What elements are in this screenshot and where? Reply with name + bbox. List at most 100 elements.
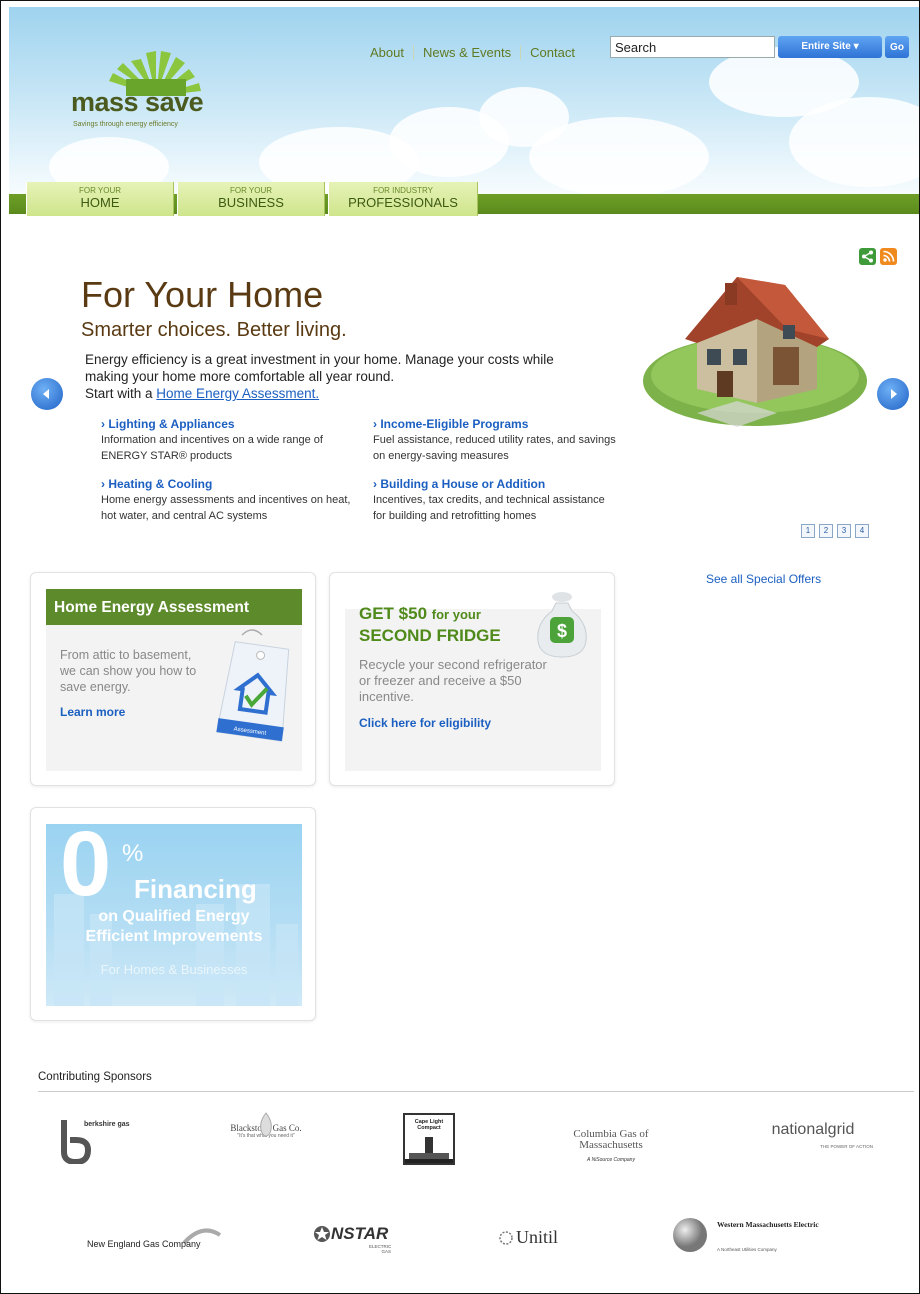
money-bag-symbol: $: [557, 621, 567, 641]
fridge-eligibility-link[interactable]: Click here for eligibility: [359, 716, 491, 730]
money-bag-icon: $: [537, 592, 587, 658]
home-energy-assessment-card[interactable]: Home Energy Assessment From attic to bas…: [30, 572, 316, 786]
hero-desc-start: Start with a: [85, 386, 153, 401]
sponsors-title: Contributing Sponsors: [38, 1071, 152, 1083]
financing-card[interactable]: 0 % Financing on Qualified Energy Effici…: [30, 807, 316, 1021]
new-england-gas-name: New England Gas Company: [87, 1239, 201, 1249]
page-2-button[interactable]: 2: [819, 524, 833, 538]
sponsor-national-grid[interactable]: nationalgrid THE POWER OF ACTION: [753, 1121, 873, 1161]
sponsor-cape-light-compact[interactable]: Cape Light Compact: [403, 1113, 455, 1165]
feature-building-link[interactable]: › Building a House or Addition: [373, 476, 608, 492]
assessment-tag-icon: Assessment: [215, 629, 290, 742]
tab-home-label: HOME: [80, 195, 120, 210]
hero-description: Energy efficiency is a great investment …: [85, 351, 555, 402]
sponsor-blackstone-gas[interactable]: Blackstone Gas Co. "It's that what you n…: [211, 1112, 321, 1169]
hea-card-body: Home Energy Assessment From attic to bas…: [46, 589, 302, 771]
tab-home[interactable]: FOR YOUR HOME: [26, 182, 174, 216]
fridge-title-1: GET $50: [359, 604, 428, 623]
chevron-left-icon: [43, 389, 49, 399]
fridge-title-2: SECOND FRIDGE: [359, 626, 501, 645]
see-all-special-offers-link[interactable]: See all Special Offers: [706, 572, 821, 586]
berkshire-gas-logo: berkshire gas: [61, 1120, 130, 1166]
flame-icon: [260, 1112, 272, 1137]
sponsor-new-england-gas[interactable]: New England Gas Company: [87, 1227, 227, 1257]
fridge-card-text: Recycle your second refrigerator or free…: [359, 657, 547, 704]
search-scope-dropdown[interactable]: Entire Site ▾: [778, 36, 882, 58]
feature-income-text: Fuel assistance, reduced utility rates, …: [373, 434, 616, 462]
financing-title: Financing: [134, 874, 257, 904]
cape-light-name: Cape Light Compact: [414, 1119, 444, 1131]
tab-professionals-label: PROFESSIONALS: [348, 195, 458, 210]
mass-save-logo[interactable]: mass save Savings through energy efficie…: [71, 51, 241, 151]
sponsor-nstar[interactable]: NSTAR ELECTRIC GAS: [313, 1223, 403, 1263]
feature-heating-text: Home energy assessments and incentives o…: [101, 494, 351, 522]
nav-about[interactable]: About: [361, 45, 414, 60]
chevron-right-icon: [891, 389, 897, 399]
hea-card-title: Home Energy Assessment: [46, 589, 302, 625]
page-1-button[interactable]: 1: [801, 524, 815, 538]
hero-title: For Your Home: [81, 274, 324, 315]
hero-subtitle: Smarter choices. Better living.: [81, 319, 347, 341]
tab-business[interactable]: FOR YOUR BUSINESS: [177, 182, 325, 216]
tab-professionals[interactable]: FOR INDUSTRY PROFESSIONALS: [328, 182, 478, 216]
house-illustration: [643, 277, 867, 427]
sponsor-columbia-gas[interactable]: Columbia Gas of Massachusetts A NiSource…: [541, 1121, 681, 1171]
nstar-star-icon: [314, 1226, 330, 1242]
logo-tagline: Savings through energy efficiency: [73, 121, 178, 128]
sponsor-western-mass-electric[interactable]: Western Massachusetts Electric A Northea…: [671, 1214, 851, 1270]
unitil-name: Unitil: [516, 1227, 559, 1247]
feature-building-text: Incentives, tax credits, and technical a…: [373, 494, 605, 522]
wme-globe-icon: [673, 1218, 707, 1252]
berkshire-gas-name: berkshire gas: [84, 1121, 130, 1128]
nav-news-events[interactable]: News & Events: [414, 45, 522, 60]
wme-tagline: A Northeast Utilities Company: [717, 1247, 777, 1252]
feature-building: › Building a House or Addition Incentive…: [373, 476, 608, 524]
page-3-button[interactable]: 3: [837, 524, 851, 538]
financing-line3: Efficient Improvements: [85, 928, 263, 945]
national-grid-tagline: THE POWER OF ACTION: [820, 1144, 873, 1149]
feature-income-link[interactable]: › Income-Eligible Programs: [373, 416, 623, 432]
carousel-next-button[interactable]: [877, 378, 909, 410]
columbia-gas-name: Columbia Gas of Massachusetts: [573, 1128, 649, 1151]
tab-business-label: BUSINESS: [218, 195, 284, 210]
hea-learn-more-link[interactable]: Learn more: [60, 705, 125, 719]
carousel-prev-button[interactable]: [31, 378, 63, 410]
wme-name: Western Massachusetts Electric: [717, 1220, 819, 1229]
top-nav: About News & Events Contact: [361, 45, 584, 60]
sponsors-divider: [38, 1091, 914, 1092]
second-fridge-card[interactable]: GET $50 for your SECOND FRIDGE $ Recycle…: [329, 572, 615, 786]
fridge-title-1b: for your: [431, 607, 481, 622]
nav-contact[interactable]: Contact: [521, 45, 584, 60]
hea-card-text: From attic to basement, we can show you …: [60, 648, 197, 694]
columbia-gas-tagline: A NiSource Company: [587, 1157, 635, 1163]
logo-text: mass save: [71, 87, 204, 117]
page: mass save Savings through energy efficie…: [0, 0, 920, 1294]
feature-lighting-link[interactable]: › Lighting & Appliances: [101, 416, 363, 432]
page-4-button[interactable]: 4: [855, 524, 869, 538]
sponsor-unitil[interactable]: Unitil: [498, 1227, 588, 1257]
search-input[interactable]: [610, 36, 775, 58]
rss-icon[interactable]: [880, 248, 897, 265]
tab-professionals-small: FOR INDUSTRY: [373, 186, 433, 195]
fridge-card-title: GET $50 for your SECOND FRIDGE: [359, 603, 501, 646]
lighthouse-icon: [405, 1137, 453, 1163]
nstar-tagline: ELECTRIC GAS: [369, 1244, 392, 1254]
financing-line4: For Homes & Businesses: [100, 962, 248, 977]
financing-banner: 0 % Financing on Qualified Energy Effici…: [46, 824, 302, 1006]
nstar-name: NSTAR: [331, 1224, 389, 1243]
tab-business-small: FOR YOUR: [229, 186, 273, 195]
financing-line2: on Qualified Energy: [98, 908, 250, 925]
home-energy-assessment-link[interactable]: Home Energy Assessment.: [156, 386, 319, 401]
financing-zero: 0: [60, 824, 112, 915]
go-button[interactable]: Go: [885, 36, 909, 58]
feature-lighting-text: Information and incentives on a wide ran…: [101, 434, 323, 462]
feature-heating-link[interactable]: › Heating & Cooling: [101, 476, 363, 492]
sponsor-berkshire-gas[interactable]: berkshire gas: [56, 1116, 136, 1166]
feature-lighting: › Lighting & Appliances Information and …: [101, 416, 363, 464]
feature-income: › Income-Eligible Programs Fuel assistan…: [373, 416, 623, 464]
hero-desc-text: Energy efficiency is a great investment …: [85, 352, 554, 384]
feature-heating: › Heating & Cooling Home energy assessme…: [101, 476, 363, 524]
carousel-pager: 1 2 3 4: [801, 524, 873, 538]
financing-percent: %: [122, 840, 144, 867]
national-grid-name: nationalgrid: [771, 1121, 855, 1138]
